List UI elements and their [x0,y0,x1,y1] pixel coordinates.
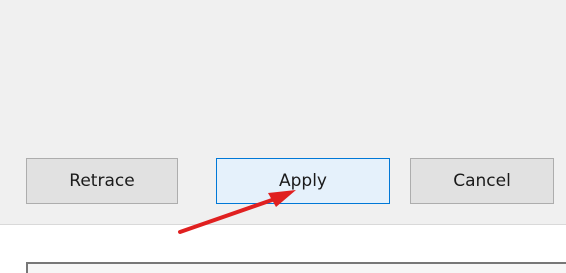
lower-frame [26,262,566,273]
cancel-button-label: Cancel [453,171,511,191]
apply-button[interactable]: Apply [216,158,390,204]
cancel-button[interactable]: Cancel [410,158,554,204]
apply-button-label: Apply [279,171,327,191]
retrace-button[interactable]: Retrace [26,158,178,204]
dialog-button-panel: Retrace Apply Cancel [0,0,566,224]
retrace-button-label: Retrace [69,171,135,191]
